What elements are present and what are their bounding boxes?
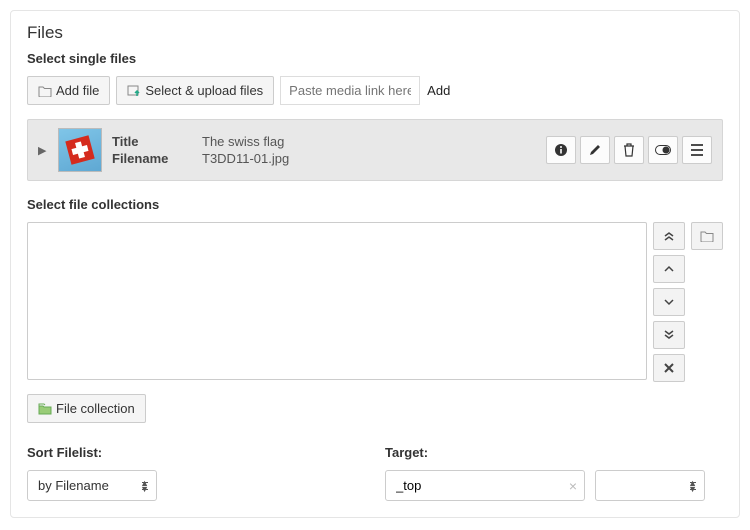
panel-title: Files: [27, 23, 723, 43]
file-meta: Title The swiss flag Filename T3DD11-01.…: [112, 134, 536, 166]
add-file-button[interactable]: Add file: [27, 76, 110, 105]
trash-icon: [623, 143, 635, 157]
chevron-double-up-icon: [663, 230, 675, 242]
menu-button[interactable]: [682, 136, 712, 164]
close-icon: [663, 362, 675, 374]
move-bottom-button[interactable]: [653, 321, 685, 349]
move-down-button[interactable]: [653, 288, 685, 316]
browse-buttons: [691, 222, 723, 250]
collections-label: Select file collections: [27, 197, 723, 212]
target-label: Target:: [385, 445, 723, 460]
select-upload-button[interactable]: Select & upload files: [116, 76, 274, 105]
sort-label: Sort Filelist:: [27, 445, 365, 460]
single-files-label: Select single files: [27, 51, 723, 66]
info-icon: [554, 143, 568, 157]
single-files-toolbar: Add file Select & upload files Add: [27, 76, 723, 105]
target-input[interactable]: [385, 470, 585, 501]
info-button[interactable]: [546, 136, 576, 164]
remove-button[interactable]: [653, 354, 685, 382]
chevron-up-icon: [663, 265, 675, 273]
title-key: Title: [112, 134, 192, 149]
hamburger-icon: [690, 144, 704, 156]
move-up-button[interactable]: [653, 255, 685, 283]
browse-button[interactable]: [691, 222, 723, 250]
toggle-button[interactable]: [648, 136, 678, 164]
select-upload-label: Select & upload files: [145, 83, 263, 98]
collections-area: [27, 222, 723, 382]
title-value: The swiss flag: [202, 134, 536, 149]
file-collection-label: File collection: [56, 401, 135, 416]
pencil-icon: [588, 143, 602, 157]
collection-icon: [38, 402, 52, 416]
sort-column: Sort Filelist: by Filename ▲▼: [27, 445, 365, 501]
folder-icon: [38, 84, 52, 98]
edit-button[interactable]: [580, 136, 610, 164]
sort-select[interactable]: by Filename: [27, 470, 157, 501]
target-column: Target: × ▲▼: [385, 445, 723, 501]
filename-key: Filename: [112, 151, 192, 166]
file-item-row: ▶ Title The swiss flag Filename T3DD11-0…: [27, 119, 723, 181]
filename-value: T3DD11-01.jpg: [202, 151, 536, 166]
add-file-label: Add file: [56, 83, 99, 98]
toggle-icon: [655, 145, 671, 155]
delete-button[interactable]: [614, 136, 644, 164]
collections-listbox[interactable]: [27, 222, 647, 380]
file-actions: [546, 136, 712, 164]
target-select[interactable]: [595, 470, 705, 501]
files-panel: Files Select single files Add file Selec…: [10, 10, 740, 518]
reorder-buttons: [653, 222, 685, 382]
file-collection-button[interactable]: File collection: [27, 394, 146, 423]
media-link-input[interactable]: [280, 76, 420, 105]
clear-target-icon[interactable]: ×: [569, 478, 577, 494]
expand-caret-icon[interactable]: ▶: [38, 144, 48, 157]
folder-open-icon: [700, 230, 714, 242]
chevron-down-icon: [663, 298, 675, 306]
bottom-options: Sort Filelist: by Filename ▲▼ Target: ×: [27, 445, 723, 501]
chevron-double-down-icon: [663, 329, 675, 341]
move-top-button[interactable]: [653, 222, 685, 250]
add-media-link[interactable]: Add: [427, 83, 450, 98]
upload-icon: [127, 84, 141, 98]
file-thumbnail: [58, 128, 102, 172]
